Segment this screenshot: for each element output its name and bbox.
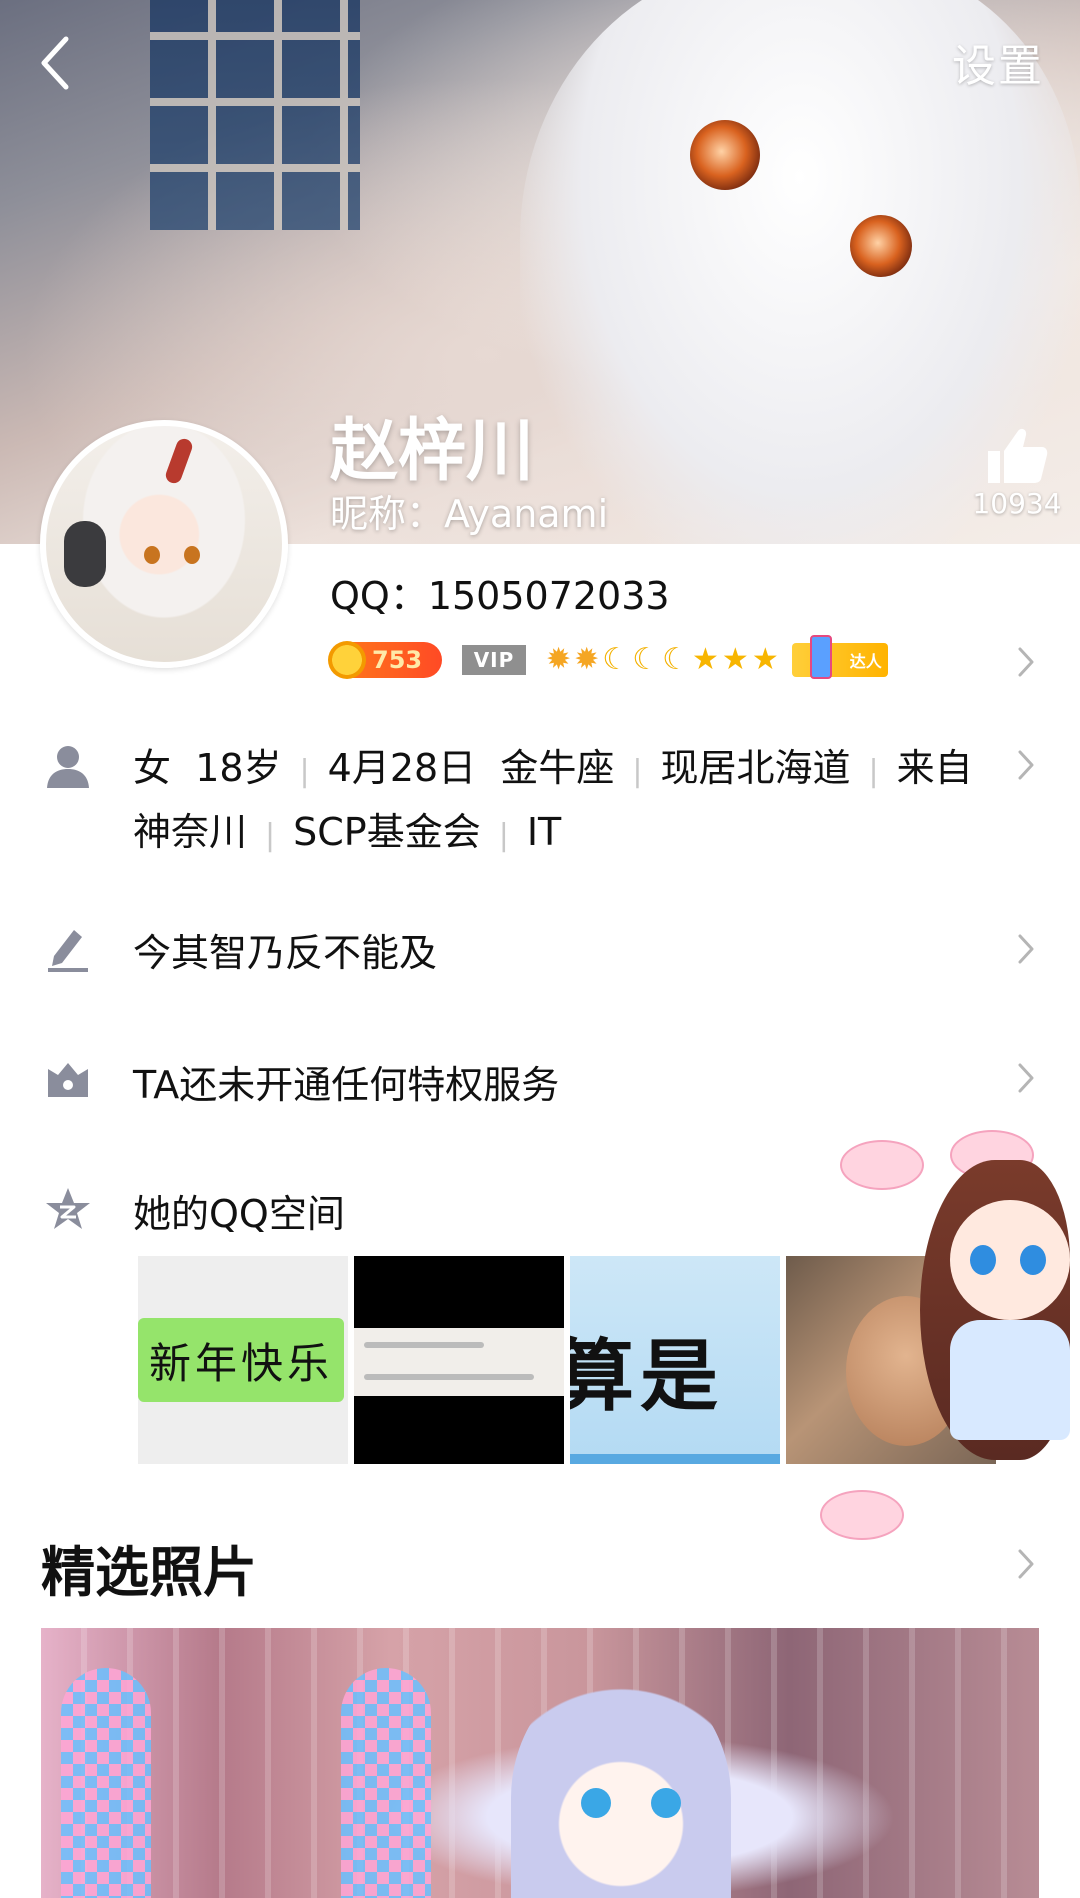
info-occupation: IT — [526, 810, 562, 854]
person-icon — [44, 742, 92, 790]
like-button[interactable]: 10934 — [972, 425, 1062, 520]
moon-icon: ☾ — [632, 642, 660, 677]
badge-row[interactable]: 753 VIP ✹ ✹ ☾ ☾ ☾ ★ ★ ★ 达人 — [328, 635, 1030, 682]
sun-icon: ✹ — [574, 642, 600, 677]
featured-chevron-right-icon[interactable] — [1017, 1548, 1035, 1580]
sun-icon: ✹ — [546, 642, 572, 677]
back-button[interactable] — [20, 28, 90, 98]
coin-level-badge[interactable]: 753 — [328, 641, 442, 679]
qzone-label[interactable]: 她的QQ空间 — [133, 1183, 345, 1238]
headphones-decor — [64, 521, 106, 587]
info-company: SCP基金会 — [293, 810, 481, 854]
privilege-chevron-right-icon[interactable] — [1017, 1062, 1035, 1094]
talent-badge[interactable]: 达人 — [791, 635, 888, 679]
separator: | — [632, 754, 643, 789]
phone-icon — [809, 635, 832, 679]
qzone-thumb[interactable] — [354, 1256, 564, 1464]
thumb-strip-decor — [354, 1328, 564, 1396]
privilege-text[interactable]: TA还未开通任何特权服务 — [133, 1054, 559, 1109]
signature-text[interactable]: 今其智乃反不能及 — [133, 922, 437, 977]
avatar-accessory-decor — [163, 436, 195, 486]
stained-glass-decor — [341, 1668, 431, 1898]
talent-badge-label: 达人 — [849, 652, 882, 671]
thumb-line-decor — [364, 1342, 484, 1348]
qzone-thumbnails[interactable]: 新年快乐 算是 — [138, 1256, 1002, 1464]
info-chevron-right-icon[interactable] — [1017, 749, 1035, 781]
crown-icon — [44, 1055, 92, 1103]
personal-info[interactable]: 女 18岁 | 4月28日 金牛座 | 现居北海道 | 来自神奈川 | SCP基金会 | IT — [133, 738, 1003, 866]
qzone-thumb-text: 新年快乐 — [148, 1338, 333, 1388]
chevron-left-icon — [41, 36, 69, 90]
star-icon: ★ — [692, 642, 719, 677]
qzone-thumb[interactable] — [786, 1256, 996, 1464]
like-count: 10934 — [972, 487, 1062, 520]
featured-photo[interactable] — [41, 1628, 1039, 1898]
edit-pen-icon — [44, 924, 92, 972]
info-age: 18岁 — [195, 746, 282, 790]
thumb-line-decor — [364, 1374, 534, 1380]
moon-icon: ☾ — [662, 642, 689, 677]
profile-nickname: 昵称：Ayanami — [330, 492, 609, 536]
qzone-thumb-text: 算是 — [570, 1332, 725, 1422]
profile-name: 赵梓川 — [330, 412, 535, 491]
star-icon: ★ — [721, 642, 749, 677]
featured-eye-decor — [651, 1788, 681, 1818]
settings-button[interactable]: 设置 — [952, 30, 1044, 94]
vip-badge[interactable]: VIP — [462, 645, 526, 675]
signature-chevron-right-icon[interactable] — [1017, 933, 1035, 965]
stained-glass-decor — [61, 1668, 151, 1898]
qzone-star-icon — [44, 1185, 92, 1233]
info-birthday: 4月28日 — [327, 746, 477, 790]
separator: | — [498, 818, 509, 853]
badges-chevron-right-icon[interactable] — [1017, 646, 1035, 678]
featured-photos-title: 精选照片 — [41, 1541, 257, 1604]
qq-number: QQ：1505072033 — [330, 574, 670, 618]
bunny-decor — [820, 1490, 904, 1540]
star-icon: ★ — [751, 642, 779, 677]
chat-bubble-decor: 新年快乐 — [138, 1318, 344, 1402]
separator: | — [299, 754, 310, 789]
avatar-eye-decor — [144, 546, 160, 564]
qzone-thumb[interactable]: 算是 — [570, 1256, 780, 1464]
cover-window-decor — [150, 0, 360, 230]
cover-eye-decor — [850, 215, 912, 277]
avatar[interactable] — [40, 420, 288, 668]
avatar-eye-decor — [184, 546, 200, 564]
info-zodiac: 金牛座 — [500, 746, 615, 790]
info-residence: 现居北海道 — [660, 746, 851, 790]
separator: | — [265, 818, 276, 853]
featured-character-decor — [511, 1668, 731, 1898]
bunny-decor — [840, 1140, 924, 1190]
separator: | — [868, 754, 879, 789]
thumb-bar-decor — [570, 1454, 780, 1464]
cover-eye-decor — [690, 120, 760, 190]
bunny-decor — [950, 1130, 1034, 1180]
coin-level-value: 753 — [372, 646, 423, 674]
featured-eye-decor — [581, 1788, 611, 1818]
moon-icon: ☾ — [602, 642, 630, 677]
info-gender: 女 — [133, 746, 172, 790]
coin-icon — [328, 641, 366, 679]
thumb-face-decor — [846, 1296, 966, 1446]
thumbs-up-icon — [988, 428, 1048, 483]
qzone-thumb[interactable]: 新年快乐 — [138, 1256, 348, 1464]
sticker-eye-decor — [1020, 1245, 1046, 1275]
